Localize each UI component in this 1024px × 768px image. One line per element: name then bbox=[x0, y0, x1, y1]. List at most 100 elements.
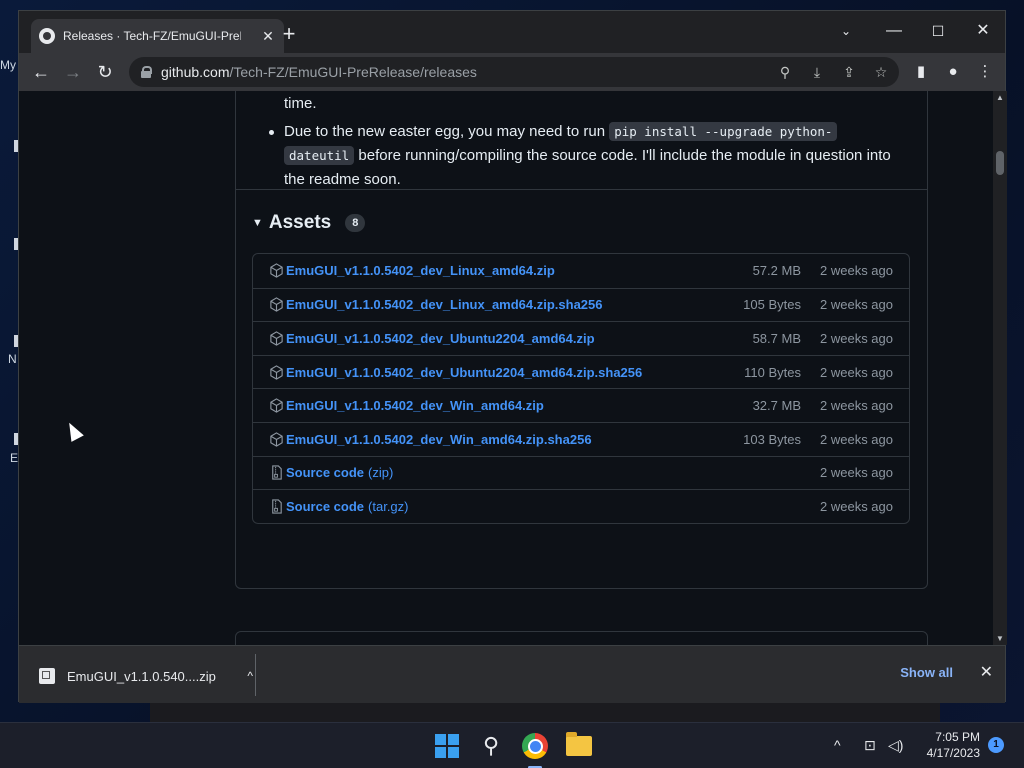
scroll-up-arrow-icon[interactable]: ▲ bbox=[996, 93, 1004, 102]
url-host: github.com bbox=[161, 64, 230, 80]
asset-link[interactable]: EmuGUI_v1.1.0.5402_dev_Linux_amd64.zip.s… bbox=[286, 297, 603, 312]
code-snippet: dateutil bbox=[284, 146, 355, 165]
close-tab-icon[interactable]: ✕ bbox=[260, 28, 276, 45]
volume-icon[interactable]: ◁) bbox=[888, 737, 903, 754]
code-snippet: pip install --upgrade python- bbox=[609, 122, 838, 141]
network-icon[interactable]: ⊡ bbox=[864, 737, 876, 754]
file-zip-icon bbox=[272, 499, 282, 514]
clock[interactable]: 7:05 PM 4/17/2023 bbox=[918, 729, 980, 761]
desktop-icon-label[interactable]: My bbox=[0, 58, 18, 72]
package-icon bbox=[270, 432, 283, 447]
download-file-name: EmuGUI_v1.1.0.540....zip bbox=[67, 668, 216, 684]
install-app-icon[interactable]: ⤓ bbox=[807, 62, 827, 82]
new-tab-button[interactable]: + bbox=[277, 23, 301, 47]
assets-count-badge: 8 bbox=[345, 214, 366, 232]
asset-date: 2 weeks ago bbox=[820, 263, 893, 279]
divider bbox=[236, 189, 927, 190]
asset-row: Source code (zip) 2 weeks ago bbox=[253, 455, 909, 490]
share-icon[interactable]: ⇪ bbox=[839, 62, 859, 82]
file-zip-icon bbox=[272, 465, 282, 480]
asset-date: 2 weeks ago bbox=[820, 465, 893, 481]
asset-row: EmuGUI_v1.1.0.5402_dev_Win_amd64.zip 32.… bbox=[253, 388, 909, 422]
asset-size: 57.2 MB bbox=[752, 263, 801, 279]
asset-row: EmuGUI_v1.1.0.5402_dev_Linux_amd64.zip.s… bbox=[253, 287, 909, 322]
asset-row: EmuGUI_v1.1.0.5402_dev_Linux_amd64.zip 5… bbox=[253, 254, 909, 288]
scrollbar[interactable]: ▲ ▼ bbox=[993, 91, 1007, 645]
assets-list: EmuGUI_v1.1.0.5402_dev_Linux_amd64.zip 5… bbox=[252, 253, 910, 524]
clock-date: 4/17/2023 bbox=[926, 746, 980, 760]
asset-row: EmuGUI_v1.1.0.5402_dev_Win_amd64.zip.sha… bbox=[253, 421, 909, 456]
asset-link[interactable]: EmuGUI_v1.1.0.5402_dev_Ubuntu2204_amd64.… bbox=[286, 365, 642, 380]
maximize-button[interactable]: ☐ bbox=[916, 17, 960, 45]
download-bar: EmuGUI_v1.1.0.540....zip ^ Show all ✕ bbox=[19, 645, 1005, 703]
close-window-button[interactable]: ✕ bbox=[961, 17, 1005, 45]
source-code-link[interactable]: Source code bbox=[286, 499, 364, 514]
next-release-card bbox=[235, 631, 928, 645]
package-icon bbox=[270, 331, 283, 346]
triangle-down-icon: ▼ bbox=[252, 217, 263, 229]
asset-link[interactable]: EmuGUI_v1.1.0.5402_dev_Linux_amd64.zip bbox=[286, 263, 555, 278]
github-icon bbox=[39, 28, 55, 44]
side-panel-icon[interactable]: ▮ bbox=[909, 60, 933, 84]
folder-icon bbox=[566, 732, 592, 756]
assets-toggle[interactable]: ▼ Assets 8 bbox=[252, 212, 366, 234]
tab-releases[interactable]: Releases · Tech-FZ/EmuGUI-PreRe ✕ bbox=[31, 19, 284, 53]
taskbar: ⚲ ^ ⊡ ◁) 7:05 PM 4/17/2023 1 bbox=[0, 722, 1024, 768]
asset-size: 105 Bytes bbox=[743, 297, 801, 313]
search-icon[interactable]: ⚲ bbox=[476, 731, 506, 761]
show-all-button[interactable]: Show all bbox=[900, 665, 953, 680]
asset-size: 32.7 MB bbox=[752, 398, 801, 414]
asset-size: 110 Bytes bbox=[744, 364, 801, 380]
chrome-window: Releases · Tech-FZ/EmuGUI-PreRe ✕ + ⌄ — … bbox=[18, 10, 1007, 703]
asset-date: 2 weeks ago bbox=[820, 364, 893, 380]
asset-format[interactable]: (tar.gz) bbox=[368, 499, 408, 514]
download-item[interactable]: EmuGUI_v1.1.0.540....zip ^ bbox=[31, 658, 253, 694]
notes-bullet: Due to the new easter egg, you may need … bbox=[266, 120, 906, 192]
package-icon bbox=[270, 364, 283, 380]
scroll-thumb[interactable] bbox=[996, 151, 1004, 175]
toolbar: ← → ↻ github.com/Tech-FZ/EmuGUI-PreRelea… bbox=[19, 53, 1005, 91]
asset-row: EmuGUI_v1.1.0.5402_dev_Ubuntu2204_amd64.… bbox=[253, 354, 909, 389]
search-icon[interactable]: ⚲ bbox=[775, 62, 795, 82]
asset-link[interactable]: EmuGUI_v1.1.0.5402_dev_Win_amd64.zip.sha… bbox=[286, 432, 592, 447]
chrome-taskbar-icon[interactable] bbox=[520, 731, 550, 761]
package-icon bbox=[270, 297, 283, 313]
address-bar[interactable]: github.com/Tech-FZ/EmuGUI-PreRelease/rel… bbox=[129, 57, 899, 87]
asset-date: 2 weeks ago bbox=[820, 330, 893, 346]
menu-icon[interactable]: ⋮ bbox=[973, 60, 997, 84]
chevron-up-icon[interactable]: ^ bbox=[834, 737, 841, 753]
back-button[interactable]: ← bbox=[29, 60, 53, 84]
tab-title: Releases · Tech-FZ/EmuGUI-PreRe bbox=[63, 29, 241, 43]
url-path: /Tech-FZ/EmuGUI-PreRelease/releases bbox=[229, 64, 477, 80]
asset-link[interactable]: EmuGUI_v1.1.0.5402_dev_Win_amd64.zip bbox=[286, 398, 544, 413]
package-icon bbox=[270, 398, 283, 413]
title-bar: Releases · Tech-FZ/EmuGUI-PreRe ✕ + ⌄ — … bbox=[19, 11, 1005, 53]
bookmark-star-icon[interactable]: ☆ bbox=[871, 62, 891, 82]
tab-search-icon[interactable]: ⌄ bbox=[824, 17, 868, 45]
release-card: time. Due to the new easter egg, you may… bbox=[235, 91, 928, 589]
explorer-status-strip bbox=[150, 703, 940, 722]
asset-link[interactable]: EmuGUI_v1.1.0.5402_dev_Ubuntu2204_amd64.… bbox=[286, 331, 595, 346]
asset-row: Source code (tar.gz) 2 weeks ago bbox=[253, 489, 909, 523]
zip-file-icon bbox=[39, 668, 55, 684]
asset-format[interactable]: (zip) bbox=[368, 465, 393, 480]
page-content: time. Due to the new easter egg, you may… bbox=[19, 91, 993, 645]
close-icon[interactable]: ✕ bbox=[980, 662, 993, 682]
lock-icon[interactable] bbox=[141, 66, 152, 78]
source-code-link[interactable]: Source code bbox=[286, 465, 364, 480]
reload-button[interactable]: ↻ bbox=[93, 60, 117, 84]
chevron-up-icon[interactable]: ^ bbox=[247, 669, 253, 683]
notification-badge[interactable]: 1 bbox=[988, 737, 1004, 753]
windows-start-icon[interactable] bbox=[432, 731, 462, 761]
asset-date: 2 weeks ago bbox=[820, 398, 893, 414]
forward-button[interactable]: → bbox=[61, 60, 85, 84]
chrome-icon bbox=[522, 733, 548, 759]
file-explorer-icon[interactable] bbox=[564, 731, 594, 761]
profile-icon[interactable]: ● bbox=[941, 60, 965, 84]
divider bbox=[255, 654, 256, 696]
asset-size: 58.7 MB bbox=[752, 330, 801, 346]
minimize-button[interactable]: — bbox=[872, 17, 916, 45]
scroll-down-arrow-icon[interactable]: ▼ bbox=[996, 634, 1004, 643]
asset-date: 2 weeks ago bbox=[820, 431, 893, 447]
asset-row: EmuGUI_v1.1.0.5402_dev_Ubuntu2204_amd64.… bbox=[253, 321, 909, 355]
